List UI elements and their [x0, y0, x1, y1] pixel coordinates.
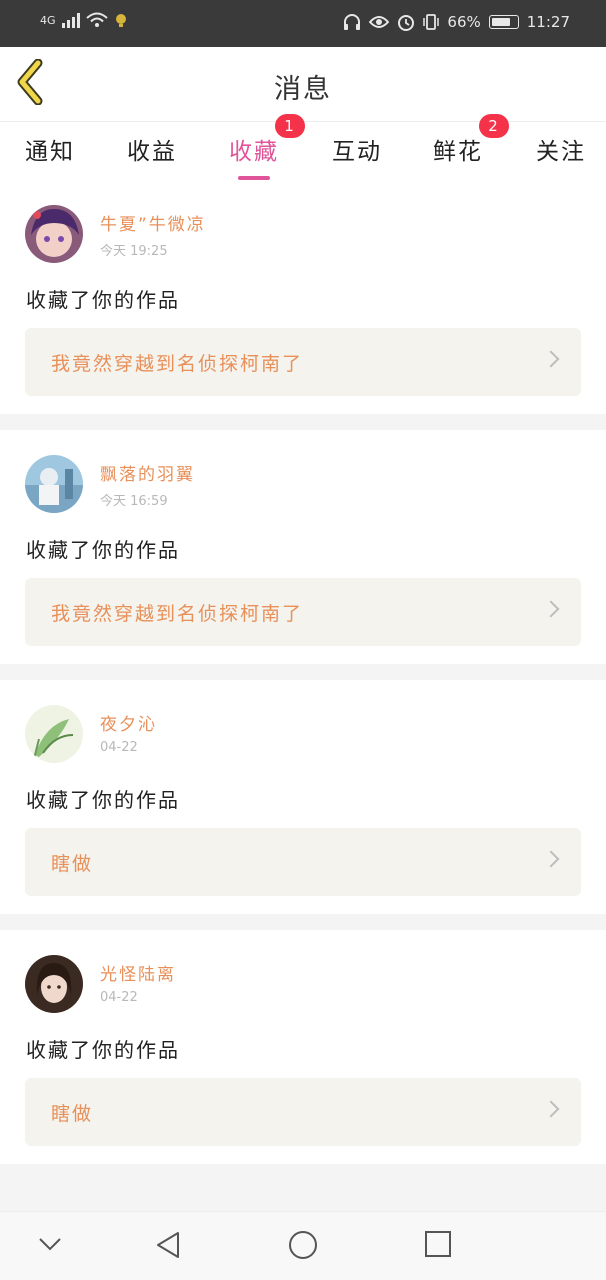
timestamp: 今天 16:59	[100, 494, 168, 509]
nav-home-button[interactable]	[288, 1230, 318, 1264]
eye-icon	[369, 16, 390, 28]
notification-bulb-icon	[115, 14, 126, 27]
nav-back-button[interactable]	[154, 1230, 182, 1264]
work-title: 瞎做	[51, 853, 94, 875]
signal-icon	[61, 12, 80, 28]
battery-percent: 66%	[447, 13, 481, 31]
list-item: 飘落的羽翼 今天 16:59 收藏了你的作品 我竟然穿越到名侦探柯南了	[0, 430, 606, 664]
timestamp: 04-22	[100, 990, 138, 1005]
hide-nav-button[interactable]	[38, 1236, 62, 1256]
work-title: 我竟然穿越到名侦探柯南了	[51, 353, 304, 375]
tab-notifications[interactable]: 通知	[25, 132, 75, 166]
list-item: 牛夏”牛微凉 今天 19:25 收藏了你的作品 我竟然穿越到名侦探柯南了	[0, 180, 606, 414]
status-left: 4G	[40, 12, 128, 28]
system-nav-bar	[0, 1211, 606, 1280]
work-title: 瞎做	[51, 1103, 94, 1125]
battery-icon	[488, 15, 519, 29]
chevron-right-icon	[542, 350, 560, 368]
action-text: 收藏了你的作品	[26, 288, 180, 312]
action-text: 收藏了你的作品	[26, 538, 180, 562]
work-link[interactable]: 我竟然穿越到名侦探柯南了	[25, 578, 581, 646]
chevron-down-icon	[39, 1238, 61, 1251]
wifi-icon	[85, 12, 108, 27]
network-type: 4G	[40, 13, 56, 27]
chevron-right-icon	[542, 850, 560, 868]
timestamp: 04-22	[100, 740, 138, 755]
alarm-icon	[398, 15, 415, 31]
chevron-right-icon	[542, 1100, 560, 1118]
tab-bar: 通知 收益 收藏 1 互动 鲜花 2 关注	[0, 114, 606, 180]
username[interactable]: 飘落的羽翼	[100, 460, 195, 485]
nav-recent-button[interactable]	[424, 1230, 452, 1262]
tab-label: 鲜花	[433, 139, 483, 165]
vibrate-icon	[423, 14, 440, 30]
avatar[interactable]	[25, 705, 83, 763]
username[interactable]: 夜夕沁	[100, 710, 157, 735]
work-link[interactable]: 瞎做	[25, 828, 581, 896]
chevron-right-icon	[542, 600, 560, 618]
tab-label: 通知	[25, 139, 75, 165]
action-text: 收藏了你的作品	[26, 788, 180, 812]
tab-earnings[interactable]: 收益	[127, 132, 177, 166]
list-item: 光怪陆离 04-22 收藏了你的作品 瞎做	[0, 930, 606, 1164]
status-bar: 4G 66% 11:27	[0, 0, 606, 47]
tab-label: 互动	[332, 139, 382, 165]
triangle-back-icon	[157, 1232, 179, 1258]
username[interactable]: 牛夏”牛微凉	[100, 210, 206, 235]
username[interactable]: 光怪陆离	[100, 960, 176, 985]
clock: 11:27	[526, 13, 570, 31]
action-text: 收藏了你的作品	[26, 1038, 180, 1062]
tab-badge: 1	[275, 114, 305, 138]
work-link[interactable]: 我竟然穿越到名侦探柯南了	[25, 328, 581, 396]
square-recent-icon	[425, 1231, 451, 1257]
headphones-icon	[344, 14, 361, 30]
list-item: 夜夕沁 04-22 收藏了你的作品 瞎做	[0, 680, 606, 914]
tab-badge: 2	[479, 114, 509, 138]
header: 消息	[0, 47, 606, 122]
avatar[interactable]	[25, 455, 83, 513]
avatar[interactable]	[25, 955, 83, 1013]
tab-flowers[interactable]: 鲜花 2	[433, 114, 509, 166]
tab-favorites[interactable]: 收藏 1	[229, 114, 305, 180]
work-link[interactable]: 瞎做	[25, 1078, 581, 1146]
avatar[interactable]	[25, 205, 83, 263]
tab-following[interactable]: 关注	[536, 132, 586, 166]
tab-label: 收藏	[229, 139, 279, 165]
tab-label: 收益	[127, 139, 177, 165]
timestamp: 今天 19:25	[100, 244, 168, 259]
work-title: 我竟然穿越到名侦探柯南了	[51, 603, 304, 625]
tab-label: 关注	[536, 139, 586, 165]
circle-home-icon	[289, 1231, 317, 1259]
page-title: 消息	[274, 74, 332, 105]
status-right: 66% 11:27	[343, 13, 570, 31]
tab-interactions[interactable]: 互动	[332, 132, 382, 166]
